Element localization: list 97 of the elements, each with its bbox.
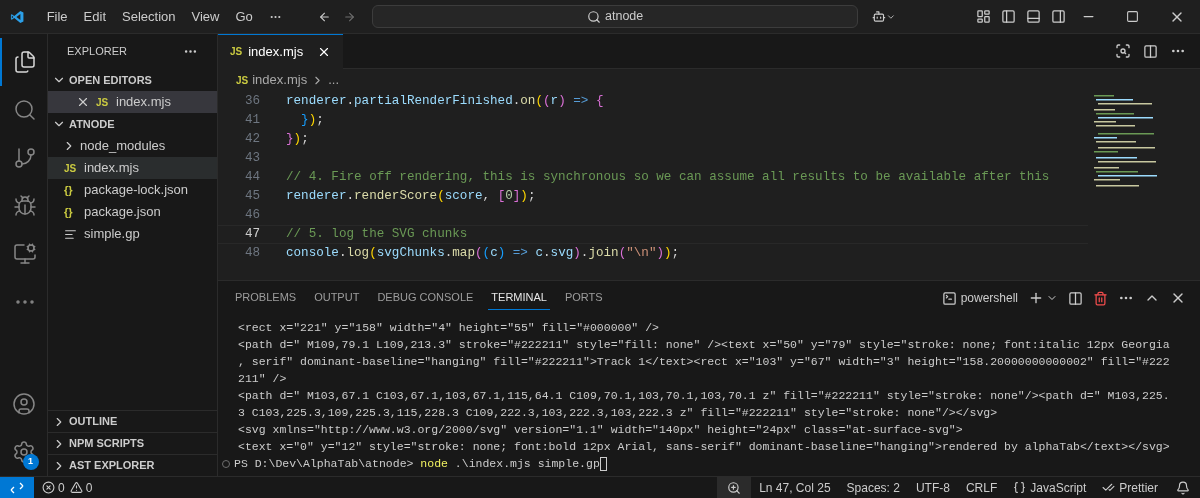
zoom-icon bbox=[727, 480, 742, 495]
text-file-icon bbox=[64, 227, 77, 241]
line-number: 42 bbox=[243, 131, 260, 149]
notification-badge: 1 bbox=[22, 454, 39, 470]
check-icon bbox=[1102, 481, 1116, 494]
json-file-icon: {} bbox=[64, 181, 80, 199]
remote-icon bbox=[10, 481, 24, 494]
layout-icon[interactable] bbox=[976, 9, 991, 24]
line-number: 36 bbox=[243, 93, 260, 111]
terminal-line: <svg xmlns="http://www.w3.org/2000/svg" version="1.1" width="140px" height="24px" class="at-surface-svg"> bbox=[238, 422, 963, 438]
line-number: 41 bbox=[243, 112, 260, 130]
line-number: 48 bbox=[243, 245, 260, 263]
explorer-item[interactable]: JS index.mjs bbox=[48, 91, 217, 113]
terminal-line: <text x="0" y="12" style="stroke: none; font:bold 12px Arial, sans-serif" dominant-baseline="hanging">rendered by alphaTab</text></svg> bbox=[238, 439, 1170, 455]
sidebar-title: EXPLORER bbox=[67, 44, 127, 60]
code-line: renderer.partialRenderFinished.on((r) => { bbox=[286, 93, 604, 111]
breadcrumb-item[interactable]: ... bbox=[328, 70, 339, 90]
problems-button[interactable]: 0 0 bbox=[42, 478, 93, 497]
files-icon[interactable] bbox=[12, 50, 37, 74]
line-number: 43 bbox=[243, 150, 260, 168]
panel-tab[interactable]: TERMINAL bbox=[488, 286, 550, 310]
braces-icon bbox=[1013, 481, 1027, 494]
json-file-icon: {} bbox=[64, 203, 80, 221]
terminal-icon bbox=[941, 290, 957, 306]
js-file-icon: JS bbox=[96, 94, 112, 110]
menu-item[interactable]: File bbox=[38, 6, 76, 27]
new-terminal-icon[interactable] bbox=[1028, 290, 1044, 306]
section-header[interactable]: OPEN EDITORS bbox=[48, 69, 217, 91]
section-header[interactable]: OUTLINE bbox=[48, 410, 217, 432]
explorer-item[interactable]: simple.gp bbox=[48, 223, 217, 245]
notifications-icon[interactable] bbox=[1176, 480, 1190, 495]
line-number: 45 bbox=[243, 188, 260, 206]
explorer-item[interactable]: {} package-lock.json bbox=[48, 179, 217, 201]
terminal-line: 211" /> bbox=[238, 371, 287, 387]
search-icon[interactable] bbox=[1115, 43, 1131, 59]
terminal-line: <path d=" M109,79.1 L109,213.3" stroke="#222211" style="fill: none" /><text x="50" y="79" style="stroke: none; font:italic 12px Georgia bbox=[238, 337, 1170, 353]
terminal-cursor bbox=[599, 456, 607, 471]
close-icon[interactable] bbox=[76, 95, 90, 109]
status-item[interactable]: CRLF bbox=[957, 478, 1006, 497]
section-header[interactable]: ATNODE bbox=[48, 113, 217, 135]
account-icon[interactable] bbox=[11, 392, 36, 416]
code-line: // 4. Fire off rendering, this is synchronous so we can assume all results to be available after this bbox=[286, 169, 1050, 187]
code-line: // 5. log the SVG chunks bbox=[286, 226, 468, 244]
warning-icon bbox=[69, 481, 83, 494]
terminal-selector[interactable]: powershell bbox=[941, 289, 1018, 307]
menu-item[interactable]: Edit bbox=[75, 6, 114, 27]
status-item[interactable]: Ln 47, Col 25 bbox=[751, 478, 839, 497]
terminal-line: 3 C103,225.3,109,225.3,115,228.3 C109,222.3,103,222.3,103,222.3 z" fill="#222211" style="stroke: none"/></svg> bbox=[238, 405, 998, 421]
panel-tab[interactable]: PORTS bbox=[561, 286, 606, 310]
line-number: 46 bbox=[243, 207, 260, 225]
js-file-icon: JS bbox=[236, 72, 249, 88]
menu-item[interactable]: Go bbox=[227, 6, 261, 27]
code-line: renderer.renderScore(score, [0]); bbox=[286, 188, 536, 206]
js-file-icon: JS bbox=[64, 160, 80, 176]
split-editor-icon[interactable] bbox=[1143, 43, 1158, 59]
code-line: console.log(svgChunks.map((c) => c.svg).join("\n")); bbox=[286, 245, 680, 263]
split-terminal-icon[interactable] bbox=[1068, 290, 1083, 306]
explorer-item[interactable]: {} package.json bbox=[48, 201, 217, 223]
menu-item[interactable]: Selection bbox=[114, 6, 184, 27]
panel-tab[interactable]: DEBUG CONSOLE bbox=[374, 286, 477, 310]
settings-icon[interactable] bbox=[11, 440, 36, 464]
terminal-line: , serif" dominant-baseline="hanging" fill="#222211">Track 1</text><rect x="103" y="67" width="3" height="158.20000000000002" fill="#222 bbox=[238, 354, 1170, 370]
search-field[interactable]: atnode bbox=[371, 5, 859, 28]
source-control-icon[interactable] bbox=[12, 146, 37, 170]
breadcrumb-item[interactable]: index.mjs bbox=[252, 70, 308, 90]
status-item[interactable]: Prettier bbox=[1094, 478, 1166, 497]
panel-tab[interactable]: PROBLEMS bbox=[232, 286, 300, 310]
section-header[interactable]: NPM SCRIPTS bbox=[48, 432, 217, 454]
run-debug-icon[interactable] bbox=[12, 194, 37, 218]
remote-button[interactable] bbox=[0, 476, 34, 498]
terminal-prompt: PS D:\Dev\AlphaTab\atnode> node .\index.mjs simple.gp bbox=[234, 456, 600, 472]
menu-item[interactable]: View bbox=[183, 6, 228, 27]
line-number: 47 bbox=[243, 226, 260, 244]
code-line: }); bbox=[300, 112, 324, 130]
terminal-line: <path d=" M103,67.1 C103,67.1,103,67.1,115,64.1 C109,70.1,103,70.1,103,70.1 z" fill="#222211" style="stroke: none"/><path d=" M103,225. bbox=[238, 388, 1170, 404]
editor-tab[interactable]: JS index.mjs bbox=[218, 33, 344, 69]
explorer-item[interactable]: JS index.mjs bbox=[48, 157, 217, 179]
toggle-sidebar-icon[interactable] bbox=[1001, 9, 1016, 24]
status-item[interactable]: Spaces: 2 bbox=[838, 478, 908, 497]
status-item[interactable]: UTF-8 bbox=[907, 478, 958, 497]
remote-explorer-icon[interactable] bbox=[12, 242, 37, 266]
code-line: }); bbox=[286, 131, 309, 149]
copilot-icon[interactable] bbox=[872, 8, 887, 25]
line-number: 44 bbox=[243, 169, 260, 187]
zoom-button[interactable] bbox=[717, 476, 752, 498]
js-file-icon: JS bbox=[230, 44, 243, 59]
search-icon bbox=[587, 9, 601, 24]
trash-icon[interactable] bbox=[1093, 290, 1108, 306]
terminal-line: <rect x="221" y="158" width="4" height="55" fill="#000000" /> bbox=[238, 320, 659, 336]
maximize-icon[interactable] bbox=[1126, 10, 1139, 23]
toggle-secondary-sidebar-icon[interactable] bbox=[1051, 9, 1066, 24]
panel-tab[interactable]: OUTPUT bbox=[311, 286, 363, 310]
error-icon bbox=[42, 481, 55, 494]
explorer-item[interactable]: node_modules bbox=[48, 135, 217, 157]
status-item[interactable]: JavaScript bbox=[1005, 478, 1095, 497]
toggle-panel-icon[interactable] bbox=[1026, 9, 1041, 24]
search-icon[interactable] bbox=[12, 98, 37, 122]
